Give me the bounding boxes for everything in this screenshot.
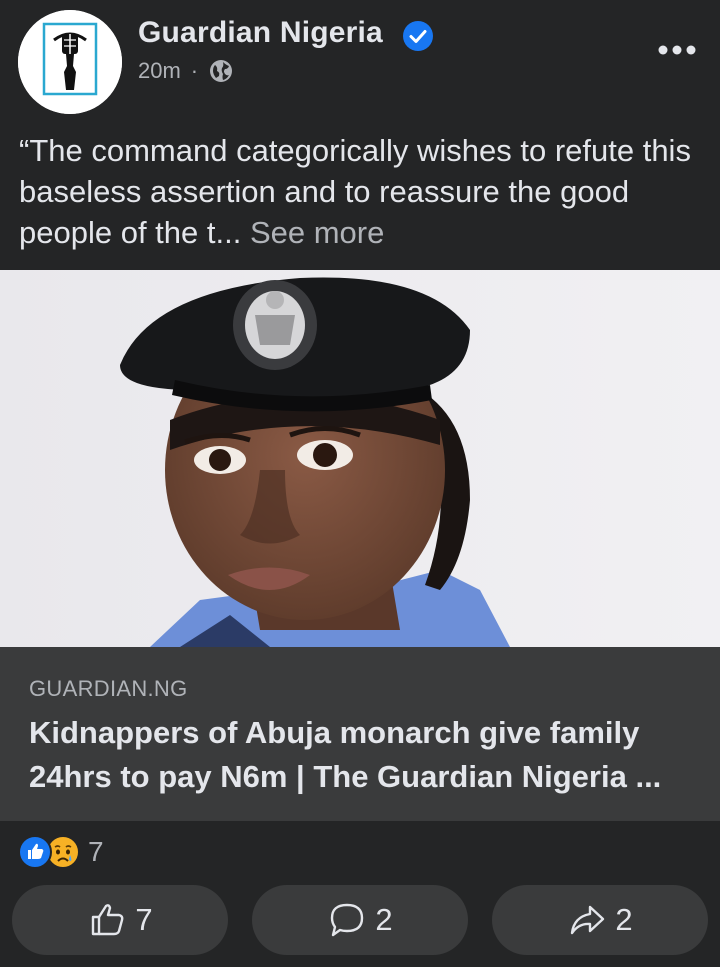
like-button[interactable]: 7 [12, 885, 228, 955]
comment-icon [331, 903, 364, 937]
like-reaction-icon [18, 835, 52, 869]
share-arrow-icon [571, 905, 605, 935]
link-headline[interactable]: Kidnappers of Abuja monarch give family … [29, 711, 699, 799]
post-header: Guardian Nigeria 20m · [0, 0, 720, 120]
link-preview-image[interactable] [0, 270, 720, 647]
page-name[interactable]: Guardian Nigeria [138, 16, 383, 50]
reaction-count: 7 [88, 836, 104, 867]
like-count: 7 [135, 902, 153, 937]
police-officer-photo [0, 270, 720, 647]
thumbs-up-icon [92, 904, 124, 936]
post-time[interactable]: 20m [138, 58, 181, 84]
comment-button[interactable]: 2 [252, 885, 468, 955]
more-options-icon[interactable] [658, 44, 696, 56]
comment-count: 2 [375, 902, 393, 937]
page-avatar[interactable] [18, 10, 122, 114]
verified-badge-icon [403, 21, 433, 51]
reactions-summary[interactable]: 7 [18, 832, 104, 872]
link-domain: GUARDIAN.NG [29, 676, 188, 701]
share-count: 2 [615, 902, 633, 937]
globe-icon [210, 60, 233, 82]
see-more-link[interactable]: See more [250, 215, 384, 250]
post-meta: 20m · [138, 57, 234, 84]
meta-separator: · [190, 57, 199, 83]
post-caption: “The command categorically wishes to ref… [19, 130, 709, 253]
share-button[interactable]: 2 [492, 885, 708, 955]
guardian-logo-icon [18, 10, 122, 114]
post-card: Guardian Nigeria 20m · “The command cate… [0, 0, 720, 967]
